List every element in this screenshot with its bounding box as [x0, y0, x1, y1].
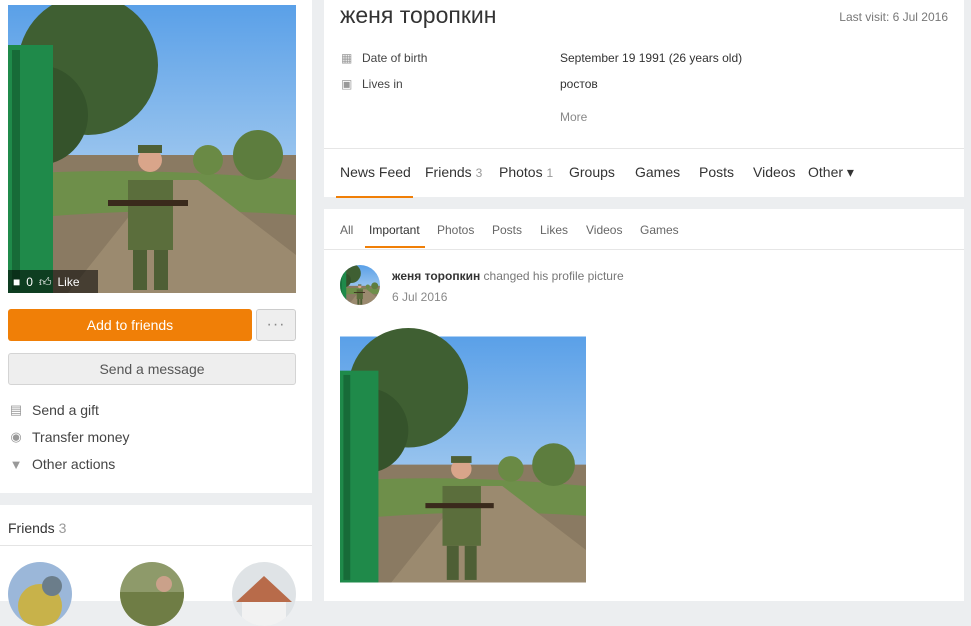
- like-label[interactable]: Like: [57, 275, 79, 289]
- tab-other[interactable]: Other ▾: [808, 164, 854, 181]
- tab-games[interactable]: Games: [635, 164, 680, 180]
- add-to-friends-button[interactable]: Add to friends: [8, 309, 252, 341]
- tab-news-feed[interactable]: News Feed: [340, 164, 411, 180]
- tab-label: Groups: [569, 164, 615, 180]
- friends-title-label: Friends: [8, 520, 55, 536]
- tab-label: Games: [635, 164, 681, 180]
- friends-count: 3: [58, 520, 67, 536]
- tab-videos[interactable]: Videos: [753, 164, 796, 180]
- post-author[interactable]: женя торопкин: [392, 269, 480, 283]
- post-photo[interactable]: [340, 318, 586, 601]
- transfer-money-label: Transfer money: [32, 429, 130, 445]
- avatar[interactable]: [340, 265, 380, 305]
- active-tab-indicator: [336, 196, 413, 198]
- post-action: changed his profile picture: [483, 269, 624, 283]
- tab-count: 1: [546, 166, 554, 180]
- feed-tab-important[interactable]: Important: [369, 223, 420, 237]
- lives-in-value[interactable]: ростов: [560, 77, 598, 91]
- buildings-icon: ▣: [341, 77, 353, 91]
- comment-icon[interactable]: ■: [13, 276, 20, 288]
- friend-avatar[interactable]: [232, 562, 296, 626]
- other-actions-link[interactable]: ▼ Other actions: [8, 454, 116, 474]
- send-gift-label: Send a gift: [32, 402, 99, 418]
- feed-tab-likes[interactable]: Likes: [540, 223, 568, 237]
- feed-tab-photos[interactable]: Photos: [437, 223, 474, 237]
- post-header: женя торопкин changed his profile pictur…: [392, 269, 624, 283]
- profile-sidebar: ■ 0 👍︎ Like Add to friends ··· Send a me…: [0, 0, 312, 493]
- profile-name: женя торопкин: [340, 2, 497, 28]
- calendar-icon: ▦: [341, 51, 353, 65]
- friend-avatar[interactable]: [120, 562, 184, 626]
- feed-tab-games[interactable]: Games: [640, 223, 679, 237]
- tab-count: 3: [475, 166, 483, 180]
- feed-filter-tabs: All Important Photos Posts Likes Videos …: [324, 209, 964, 250]
- friends-section: Friends 3: [0, 505, 312, 626]
- friend-avatar[interactable]: [8, 562, 72, 626]
- profile-photo[interactable]: [8, 5, 296, 293]
- friends-title[interactable]: Friends 3: [8, 520, 66, 536]
- date-of-birth-value: September 19 1991 (26 years old): [560, 51, 743, 65]
- comment-count: 0: [26, 274, 33, 289]
- tab-label: Photos: [499, 164, 543, 180]
- tab-label: Friends: [425, 164, 472, 180]
- tab-label: Posts: [699, 164, 735, 180]
- tab-photos[interactable]: Photos 1: [499, 164, 553, 180]
- ruble-icon: ◉: [10, 429, 22, 444]
- gift-icon: ▤: [9, 402, 23, 417]
- transfer-money-link[interactable]: ◉ Transfer money: [8, 427, 130, 447]
- divider: [0, 545, 312, 546]
- send-message-button[interactable]: Send a message: [8, 353, 296, 385]
- other-actions-label: Other actions: [32, 456, 116, 472]
- last-visit: Last visit: 6 Jul 2016: [839, 10, 948, 24]
- feed-tab-all[interactable]: All: [340, 223, 353, 237]
- more-info-link[interactable]: More: [560, 110, 587, 124]
- active-feed-tab-indicator: [365, 246, 425, 248]
- photo-stats-bar: ■ 0 👍︎ Like: [8, 270, 98, 293]
- lives-in-text: Lives in: [362, 77, 403, 91]
- tab-label: Videos: [753, 164, 796, 180]
- caret-down-icon: ▼: [9, 456, 23, 472]
- send-gift-link[interactable]: ▤ Send a gift: [8, 400, 99, 420]
- lives-in-label: ▣ Lives in: [341, 77, 403, 91]
- tab-posts[interactable]: Posts: [699, 164, 734, 180]
- tab-label: Other ▾: [808, 164, 854, 180]
- tab-friends[interactable]: Friends 3: [425, 164, 482, 180]
- post-date: 6 Jul 2016: [392, 290, 448, 304]
- profile-info-card: женя торопкин Last visit: 6 Jul 2016 ▦ D…: [324, 0, 964, 198]
- date-of-birth-text: Date of birth: [362, 51, 428, 65]
- tab-label: News Feed: [340, 164, 411, 180]
- date-of-birth-label: ▦ Date of birth: [341, 51, 427, 65]
- news-feed-card: All Important Photos Posts Likes Videos …: [324, 209, 964, 601]
- tab-groups[interactable]: Groups: [569, 164, 615, 180]
- more-options-button[interactable]: ···: [256, 309, 296, 341]
- feed-tab-videos[interactable]: Videos: [586, 223, 622, 237]
- profile-tabs: News Feed Friends 3 Photos 1 Groups Game…: [324, 148, 964, 198]
- thumb-up-icon[interactable]: 👍︎: [39, 276, 52, 288]
- feed-tab-posts[interactable]: Posts: [492, 223, 522, 237]
